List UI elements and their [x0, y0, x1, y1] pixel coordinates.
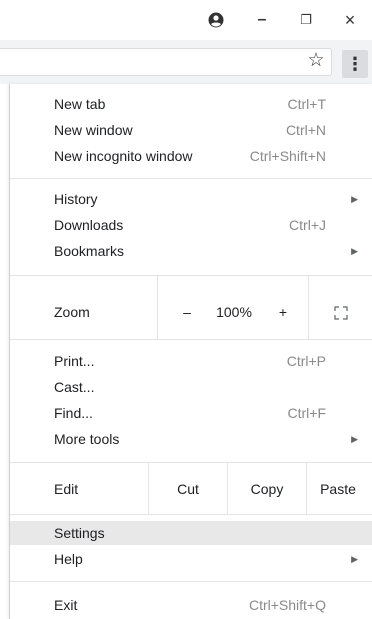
zoom-out-button[interactable]: –: [170, 300, 204, 324]
menu-separator: [10, 462, 372, 463]
menu-item-label: Help: [54, 551, 83, 567]
menu-item-history[interactable]: History ▶: [10, 187, 372, 211]
menu-item-new-window[interactable]: New window Ctrl+N: [10, 118, 372, 142]
menu-item-label: New window: [54, 122, 133, 138]
account-circle-icon: [208, 12, 224, 28]
menu-item-shortcut: Ctrl+Shift+N: [249, 148, 326, 164]
menu-item-print[interactable]: Print... Ctrl+P: [10, 349, 372, 373]
menu-item-label: More tools: [54, 431, 120, 447]
minimize-button[interactable]: –: [246, 0, 278, 40]
menu-item-find[interactable]: Find... Ctrl+F: [10, 401, 372, 425]
zoom-level: 100%: [216, 304, 252, 320]
close-button[interactable]: ×: [334, 0, 366, 40]
menu-separator: [10, 514, 372, 515]
menu-item-label: Find...: [54, 405, 93, 421]
menu-item-label: Bookmarks: [54, 243, 125, 259]
address-bar[interactable]: [0, 48, 332, 76]
fullscreen-button[interactable]: [324, 300, 358, 324]
menu-item-shortcut: Ctrl+Shift+Q: [248, 597, 326, 613]
menu-separator: [10, 339, 372, 340]
submenu-arrow-icon: ▶: [351, 194, 358, 204]
menu-separator: [10, 178, 372, 179]
submenu-arrow-icon: ▶: [351, 434, 358, 444]
menu-item-shortcut: Ctrl+J: [289, 217, 326, 233]
menu-item-label: Exit: [54, 597, 78, 613]
menu-item-bookmarks[interactable]: Bookmarks ▶: [10, 239, 372, 263]
menu-item-downloads[interactable]: Downloads Ctrl+J: [10, 213, 372, 237]
more-vert-icon: ⋮: [346, 53, 364, 74]
copy-button[interactable]: Copy: [228, 477, 306, 501]
minimize-icon: –: [257, 11, 267, 28]
restore-icon: ❐: [300, 12, 312, 27]
menu-item-settings[interactable]: Settings: [10, 521, 372, 545]
menu-item-label: History: [54, 191, 98, 207]
close-icon: ×: [344, 9, 356, 30]
menu-item-shortcut: Ctrl+F: [287, 405, 327, 421]
chrome-menu: New tab Ctrl+T New window Ctrl+N New inc…: [9, 84, 372, 619]
menu-separator: [10, 275, 372, 276]
minus-icon: –: [183, 304, 191, 320]
menu-item-shortcut: Ctrl+N: [285, 122, 326, 138]
submenu-arrow-icon: ▶: [351, 554, 358, 564]
menu-item-new-tab[interactable]: New tab Ctrl+T: [10, 92, 372, 116]
zoom-in-button[interactable]: +: [266, 300, 300, 324]
menu-separator: [10, 581, 372, 582]
toolbar: ☆ ⋮: [0, 40, 372, 84]
menu-item-label: Print...: [54, 353, 95, 369]
menu-item-label: New tab: [54, 96, 106, 112]
submenu-arrow-icon: ▶: [351, 246, 358, 256]
menu-item-new-incognito-window[interactable]: New incognito window Ctrl+Shift+N: [10, 144, 372, 168]
menu-button[interactable]: ⋮: [342, 50, 368, 78]
plus-icon: +: [278, 304, 288, 320]
menu-item-more-tools[interactable]: More tools ▶: [10, 427, 372, 451]
menu-item-label: Cast...: [54, 379, 95, 395]
menu-item-shortcut: Ctrl+T: [287, 96, 327, 112]
title-bar: – ❐ ×: [0, 0, 372, 40]
zoom-label: Zoom: [54, 304, 90, 320]
edit-label: Edit: [54, 481, 79, 497]
zoom-divider: [157, 276, 158, 339]
menu-item-help[interactable]: Help ▶: [10, 547, 372, 571]
menu-item-shortcut: Ctrl+P: [286, 353, 326, 369]
menu-item-cast[interactable]: Cast...: [10, 375, 372, 399]
menu-item-label: New incognito window: [54, 148, 193, 164]
menu-item-exit[interactable]: Exit Ctrl+Shift+Q: [10, 593, 372, 617]
cut-button[interactable]: Cut: [149, 477, 227, 501]
fullscreen-icon: [334, 306, 348, 320]
zoom-divider: [308, 276, 309, 339]
bookmark-star-button[interactable]: ☆: [306, 49, 326, 71]
menu-item-label: Downloads: [54, 217, 124, 233]
menu-item-label: Settings: [54, 525, 105, 541]
restore-button[interactable]: ❐: [290, 0, 322, 40]
paste-button[interactable]: Paste: [307, 477, 369, 501]
account-button[interactable]: [200, 0, 232, 40]
star-icon: ☆: [307, 49, 325, 71]
